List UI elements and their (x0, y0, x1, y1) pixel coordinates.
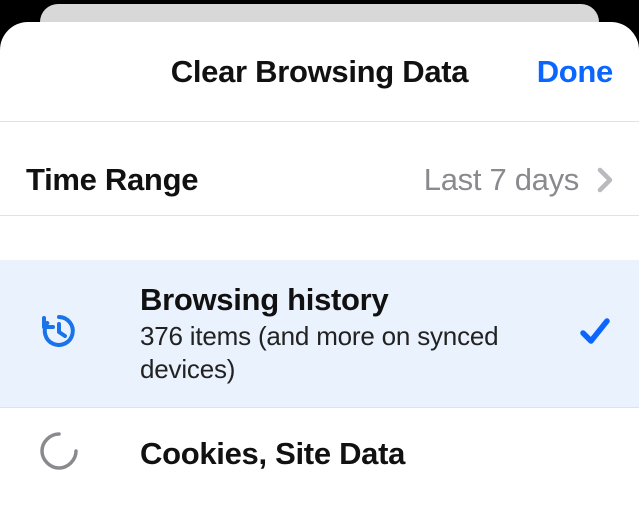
time-range-label: Time Range (26, 162, 198, 198)
chevron-right-icon (597, 166, 613, 194)
done-button[interactable]: Done (537, 54, 613, 90)
browsing-history-row[interactable]: Browsing history 376 items (and more on … (0, 260, 639, 408)
page-title: Clear Browsing Data (171, 54, 469, 90)
time-range-row[interactable]: Time Range Last 7 days (0, 144, 639, 216)
row-title: Browsing history (140, 282, 541, 318)
cookie-icon (38, 430, 80, 477)
icon-slot (0, 430, 118, 477)
time-range-value: Last 7 days (424, 162, 579, 198)
time-range-value-group: Last 7 days (424, 162, 613, 198)
checkmark-icon (577, 313, 613, 354)
cookies-row[interactable]: Cookies, Site Data (0, 408, 639, 499)
spacer (0, 122, 639, 144)
row-text: Browsing history 376 items (and more on … (140, 282, 541, 385)
row-text: Cookies, Site Data (140, 436, 541, 472)
icon-slot (0, 310, 118, 357)
sheet-header: Clear Browsing Data Done (0, 22, 639, 122)
history-icon (38, 310, 80, 357)
row-title: Cookies, Site Data (140, 436, 541, 472)
clear-browsing-data-sheet: Clear Browsing Data Done Time Range Last… (0, 22, 639, 531)
check-slot (563, 313, 613, 354)
row-subtitle: 376 items (and more on synced devices) (140, 320, 541, 385)
spacer (0, 216, 639, 260)
